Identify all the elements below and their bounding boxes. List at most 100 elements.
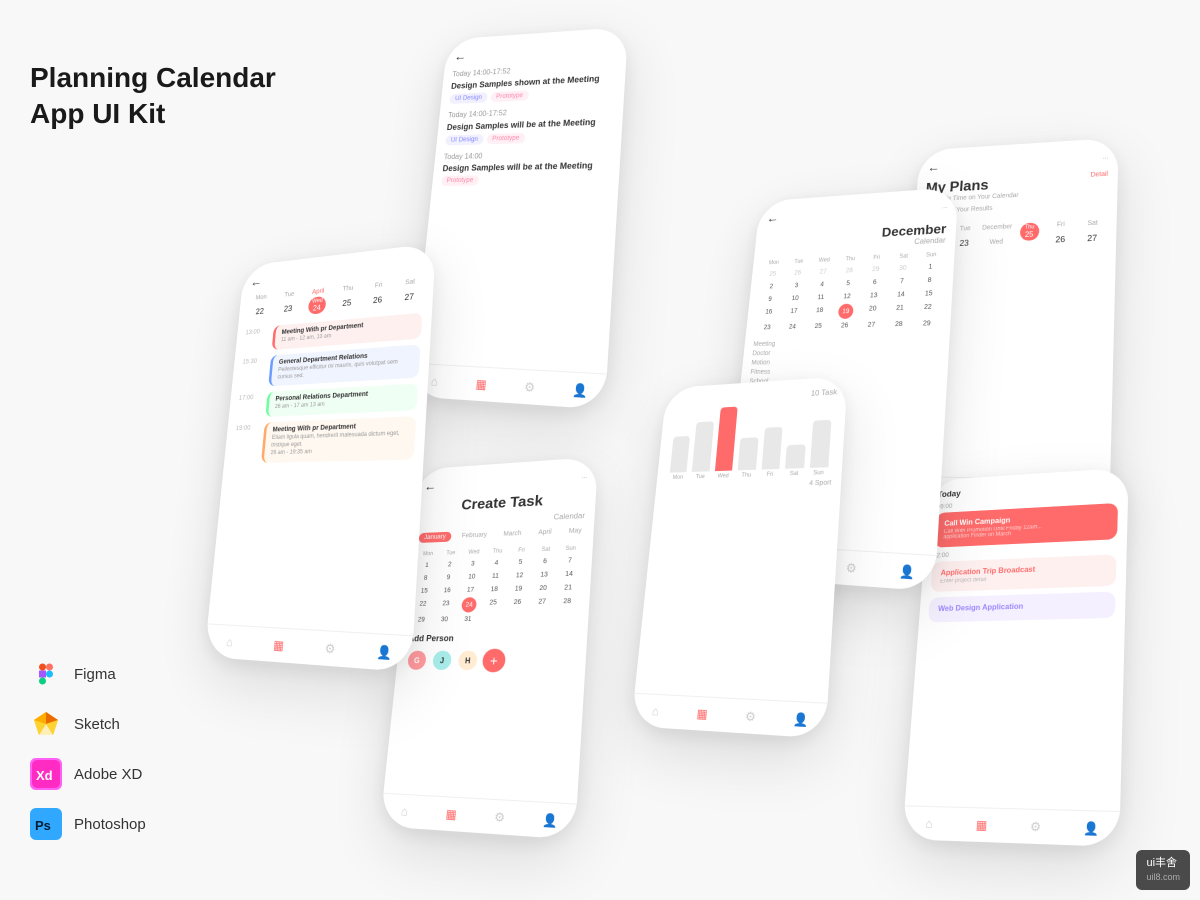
event-personal-relations[interactable]: Personal Relations Department 26 am - 17… — [265, 384, 418, 417]
create-task-calendar: Mon Tue Wed Thu Fri Sat Sun 1234567 8910… — [410, 544, 583, 627]
phone-main: ← Mon 22 Tue 23 April Wed 24 Thu 25 — [204, 243, 436, 672]
today-marker[interactable]: 19 — [838, 304, 854, 319]
nav-profile[interactable]: 👤 — [373, 641, 395, 664]
tool-item-figma: Figma — [30, 658, 146, 690]
nav-home-4[interactable]: ⌂ — [394, 801, 414, 823]
adobe-xd-icon: Xd — [30, 758, 62, 790]
nav-profile-2[interactable]: 👤 — [569, 379, 591, 402]
design-title-2: Design Samples will be at the Meeting — [446, 117, 612, 132]
timeline: 13:00 Meeting With pr Department 11 am -… — [232, 313, 422, 464]
month-tabs: January February March April May June — [418, 526, 584, 543]
phone-main-nav: ⌂ ▦ ⚙ 👤 — [204, 623, 413, 672]
event-meeting-pr[interactable]: Meeting With pr Department 11 am - 12 am… — [272, 313, 423, 350]
phone-today-nav: ⌂ ▦ ⚙ 👤 — [902, 805, 1120, 847]
nav-home-5[interactable]: ⌂ — [645, 701, 665, 722]
more-dots-2[interactable]: ... — [582, 473, 588, 480]
nav-calendar-7[interactable]: ▦ — [971, 814, 992, 836]
watermark-line1: ui丰舍 — [1146, 856, 1180, 871]
title-block: Planning Calendar App UI Kit — [30, 60, 276, 133]
event-row-2: 15:30 General Department Relations Pelle… — [240, 344, 421, 388]
detail-link[interactable]: Detail — [1090, 171, 1108, 178]
nav-calendar[interactable]: ▦ — [269, 634, 289, 656]
bar-mon: Mon — [669, 436, 690, 481]
tool-item-adobe-xd: Xd Adobe XD — [30, 758, 146, 790]
design-tags-3: Prototype — [441, 173, 609, 186]
back-arrow-2[interactable]: ← — [454, 49, 467, 64]
adobe-xd-label: Adobe XD — [74, 766, 142, 783]
bar-sun: Sun — [809, 420, 832, 477]
event-webdesign-title: Web Design Application — [938, 600, 1106, 613]
event-general-dept[interactable]: General Department Relations Pellentesqu… — [268, 344, 420, 387]
plans-sat: Sat 27 — [1078, 220, 1107, 249]
schedule-event-campaign[interactable]: Call Win Campaign Call With Promotion Un… — [934, 503, 1118, 548]
nav-settings[interactable]: ⚙ — [320, 637, 341, 660]
add-person-button[interactable]: + — [482, 649, 507, 673]
phone-bar-chart: 10 Task Mon Tue Wed Thu Fri — [631, 376, 848, 739]
phone-top-right-header: ← ... — [766, 199, 948, 225]
design-date-3: Today 14:00 — [443, 148, 610, 161]
figma-icon — [30, 658, 62, 690]
month-march[interactable]: March — [497, 528, 527, 539]
month-january[interactable]: January — [418, 532, 451, 543]
svg-text:Xd: Xd — [36, 768, 53, 783]
watermark: ui丰舍 uil8.com — [1136, 850, 1190, 890]
tag-prototype-3: Prototype — [441, 175, 479, 186]
bar-tue: Tue — [691, 421, 714, 480]
nav-profile-7[interactable]: 👤 — [1080, 817, 1102, 839]
plans-fri: Fri 26 — [1046, 221, 1075, 249]
main-title-line2: App UI Kit — [30, 96, 276, 132]
back-arrow-5[interactable]: ← — [927, 160, 940, 175]
nav-profile-3[interactable]: 👤 — [896, 560, 918, 583]
left-panel: Planning Calendar App UI Kit — [30, 60, 276, 173]
back-arrow-4[interactable]: ← — [424, 479, 437, 494]
nav-calendar-2[interactable]: ▦ — [471, 373, 492, 395]
phone-top-center-nav: ⌂ ▦ ⚙ 👤 — [410, 363, 607, 410]
bar-thu: Thu — [737, 437, 758, 479]
month-header: December Calendar — [763, 221, 947, 254]
back-arrow-3[interactable]: ← — [766, 210, 779, 225]
phone-top-center-header: ← — [454, 39, 618, 64]
tool-list: Figma Sketch Xd Adobe XD — [30, 658, 146, 840]
more-dots[interactable]: ... — [942, 203, 948, 210]
person-avatars: G J H + — [405, 649, 576, 673]
figma-label: Figma — [74, 666, 116, 683]
nav-calendar-5[interactable]: ▦ — [692, 703, 713, 725]
phone-create-task-header: ← ... — [424, 469, 588, 494]
day-thu: Thu 25 — [333, 284, 362, 313]
phone-create-task-nav: ⌂ ▦ ⚙ 👤 — [380, 793, 577, 840]
tool-item-photoshop: Ps Photoshop — [30, 808, 146, 840]
sketch-icon — [30, 708, 62, 740]
design-title-3: Design Samples will be at the Meeting — [442, 160, 610, 173]
phone-bar-chart-content: 10 Task Mon Tue Wed Thu Fri — [631, 376, 848, 739]
main-title-line1: Planning Calendar — [30, 60, 276, 96]
nav-settings-2[interactable]: ⚙ — [519, 376, 540, 398]
nav-settings-4[interactable]: ⚙ — [489, 806, 510, 828]
day-mon: Mon 22 — [247, 293, 274, 321]
nav-settings-7[interactable]: ⚙ — [1025, 816, 1046, 838]
nav-profile-5[interactable]: 👤 — [790, 708, 812, 731]
nav-profile-4[interactable]: 👤 — [539, 809, 561, 832]
schedule-event-webdesign[interactable]: Web Design Application — [928, 592, 1116, 623]
calendar-grid: Mon Tue Wed Thu Fri Sat Sun 25 26 27 28 … — [754, 250, 945, 334]
event-meeting-pr2[interactable]: Meeting With pr Department Etiam ligula … — [261, 416, 416, 462]
more-dots-3[interactable]: ... — [1103, 153, 1109, 160]
plans-thu-active[interactable]: Thu 25 — [1015, 222, 1044, 250]
nav-calendar-4[interactable]: ▦ — [441, 803, 462, 825]
nav-home[interactable]: ⌂ — [220, 631, 239, 653]
event-row-4: 19:00 Meeting With pr Department Etiam l… — [232, 416, 416, 463]
back-arrow[interactable]: ← — [250, 274, 263, 289]
avatar-justin: J — [430, 649, 454, 672]
nav-home-7[interactable]: ⌂ — [919, 813, 940, 834]
month-april[interactable]: April — [532, 527, 557, 538]
month-february[interactable]: February — [456, 530, 493, 542]
nav-settings-5[interactable]: ⚙ — [740, 706, 761, 728]
schedule-event-broadcast[interactable]: Application Trip Broadcast Enter project… — [930, 554, 1116, 592]
tag-ui-design-2: UI Design — [445, 134, 484, 145]
bar-sat: Sat — [785, 444, 806, 477]
month-may[interactable]: May — [563, 526, 585, 537]
nav-settings-3[interactable]: ⚙ — [841, 557, 863, 580]
bar-wed: Wed — [714, 407, 738, 480]
day-wed-active[interactable]: April Wed 24 — [303, 287, 331, 316]
sketch-label: Sketch — [74, 716, 120, 733]
event-row-3: 17:00 Personal Relations Department 26 a… — [237, 384, 418, 419]
